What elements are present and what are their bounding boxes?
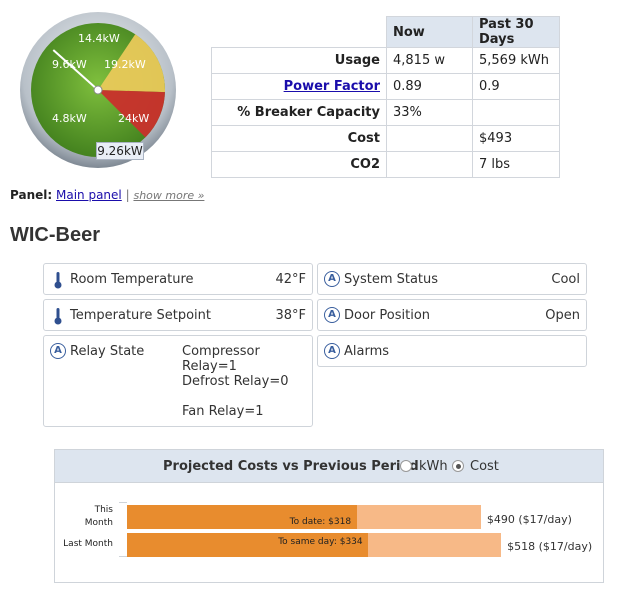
table-corner-cell	[211, 16, 387, 48]
table-row: Usage 4,815 w 5,569 kWh	[211, 47, 560, 74]
row-label-usage: Usage	[211, 47, 387, 74]
alarms-card[interactable]: A Alarms	[317, 335, 587, 367]
cost-radio-label[interactable]: Cost	[470, 459, 499, 474]
analog-status-icon: A	[50, 343, 66, 359]
door-position-value: Open	[545, 308, 580, 323]
section-title: WIC-Beer	[10, 224, 101, 246]
table-row: CO2 7 lbs	[211, 151, 560, 178]
this-month-to-date-text: To date: $318	[289, 517, 352, 527]
panel-separator: |	[125, 188, 130, 202]
row-label-cost: Cost	[211, 125, 387, 152]
fan-relay-value: Fan Relay=1	[182, 404, 264, 419]
defrost-relay-value: Defrost Relay=0	[182, 374, 289, 389]
gauge-tick-label: 9.6kW	[52, 58, 87, 71]
usage-now-value: 4,815 w	[386, 47, 473, 74]
power-factor-now-value: 0.89	[386, 73, 473, 100]
thermometer-icon	[54, 272, 62, 289]
last-month-label: Last Month	[63, 539, 113, 549]
alarms-label: Alarms	[344, 344, 390, 359]
axis-tick	[119, 556, 127, 557]
last-month-same-day-text: To same day: $334	[278, 537, 363, 547]
table-row: Power Factor 0.89 0.9	[211, 73, 560, 100]
relay-state-card: A Relay State Compressor Relay=1 Defrost…	[43, 335, 313, 427]
temperature-setpoint-card: Temperature Setpoint 38°F	[43, 299, 313, 331]
door-position-card: A Door Position Open	[317, 299, 587, 331]
analog-status-icon: A	[324, 307, 340, 323]
gauge-tick-label: 19.2kW	[104, 58, 146, 71]
table-row: % Breaker Capacity 33%	[211, 99, 560, 126]
compressor-relay-value: Compressor Relay=1	[182, 344, 260, 374]
gauge-tick-label: 4.8kW	[52, 112, 87, 125]
this-month-label-line2: Month	[84, 518, 113, 528]
column-header-now: Now	[386, 16, 473, 48]
kwh-radio-label[interactable]: kWh	[419, 459, 448, 474]
gauge-hub	[93, 85, 103, 95]
door-position-label: Door Position	[344, 308, 431, 323]
analog-status-icon: A	[324, 271, 340, 287]
table-header-row: Now Past 30 Days	[211, 16, 560, 48]
row-label-co2: CO2	[211, 151, 387, 178]
column-header-past-30-days: Past 30 Days	[472, 16, 560, 48]
usage-past-value: 5,569 kWh	[472, 47, 560, 74]
temperature-setpoint-value: 38°F	[275, 308, 306, 323]
row-label-power-factor: Power Factor	[211, 73, 387, 100]
relay-state-label: Relay State	[70, 344, 145, 359]
panel-label: Panel:	[10, 188, 53, 202]
last-month-total-text: $518 ($17/day)	[507, 540, 593, 553]
co2-past-value: 7 lbs	[472, 151, 560, 178]
temperature-setpoint-label: Temperature Setpoint	[70, 308, 211, 323]
this-month-label-line1: This	[94, 505, 113, 515]
system-status-value: Cool	[551, 272, 580, 287]
projected-costs-title: Projected Costs vs Previous Period	[163, 459, 419, 474]
power-factor-link[interactable]: Power Factor	[284, 79, 380, 94]
gauge-tick-label: 14.4kW	[78, 32, 120, 45]
gauge-readout: 9.26kW	[96, 142, 144, 160]
projected-costs-panel: Projected Costs vs Previous Period kWh C…	[54, 449, 604, 583]
cost-past-value: $493	[472, 125, 560, 152]
breaker-capacity-now-value: 33%	[386, 99, 473, 126]
system-status-label: System Status	[344, 272, 439, 287]
show-more-link[interactable]: show more »	[133, 189, 204, 202]
axis-tick	[119, 502, 127, 503]
projected-costs-header: Projected Costs vs Previous Period kWh C…	[55, 450, 603, 483]
cost-now-value	[386, 125, 473, 152]
room-temperature-card: Room Temperature 42°F	[43, 263, 313, 295]
panel-selector: Panel: Main panel | show more »	[10, 188, 204, 202]
room-temperature-value: 42°F	[275, 272, 306, 287]
this-month-total-text: $490 ($17/day)	[486, 513, 572, 526]
cost-radio[interactable]	[452, 460, 464, 472]
co2-now-value	[386, 151, 473, 178]
gauge-tick-label: 24kW	[118, 112, 150, 125]
usage-summary-table: Now Past 30 Days Usage 4,815 w 5,569 kWh…	[211, 16, 560, 178]
table-row: Cost $493	[211, 125, 560, 152]
breaker-capacity-past-value	[472, 99, 560, 126]
row-label-breaker-capacity: % Breaker Capacity	[211, 99, 387, 126]
room-temperature-label: Room Temperature	[70, 272, 194, 287]
system-status-card: A System Status Cool	[317, 263, 587, 295]
power-gauge: 14.4kW 9.6kW 19.2kW 4.8kW 24kW 9.26kW	[18, 10, 178, 170]
kwh-radio[interactable]	[400, 460, 412, 472]
analog-status-icon: A	[324, 343, 340, 359]
thermometer-icon	[54, 308, 62, 325]
power-factor-past-value: 0.9	[472, 73, 560, 100]
main-panel-link[interactable]: Main panel	[56, 188, 122, 202]
